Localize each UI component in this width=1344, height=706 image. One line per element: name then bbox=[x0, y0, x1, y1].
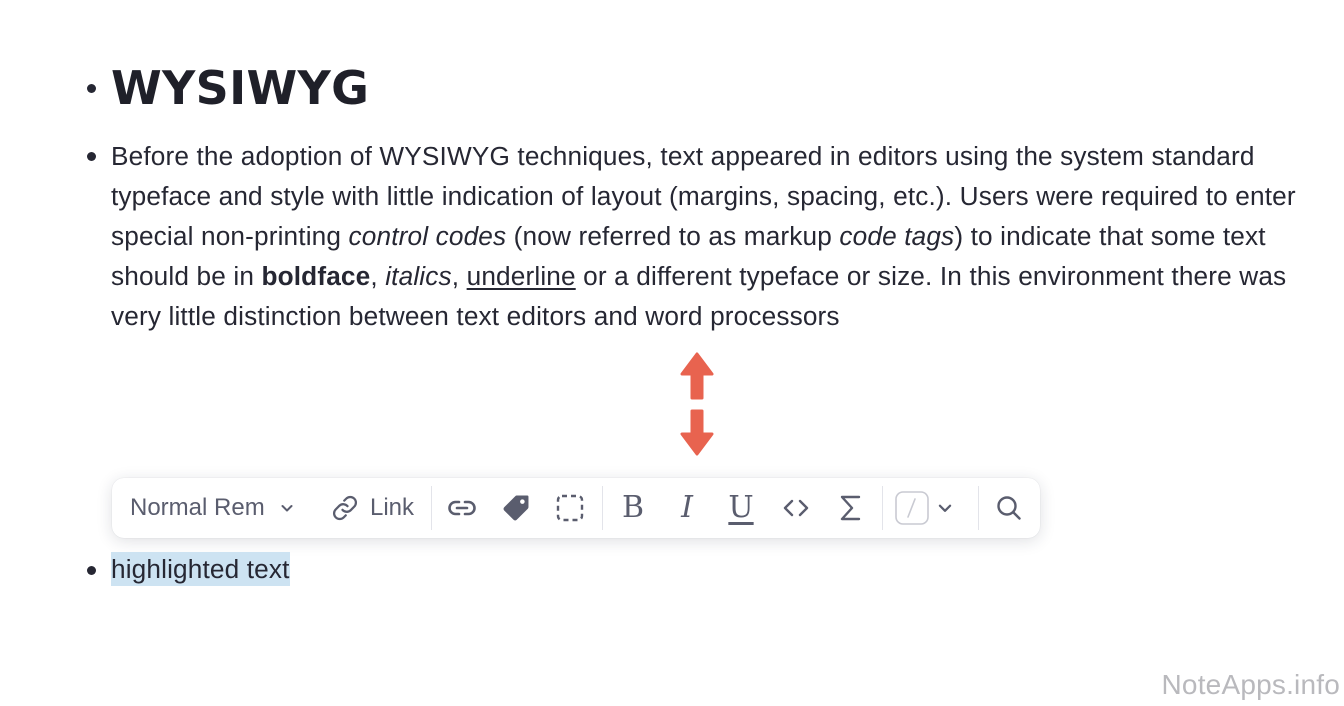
sum-icon bbox=[840, 495, 861, 521]
list-bullet bbox=[87, 84, 96, 93]
italic-text: code tags bbox=[839, 221, 955, 251]
italic-text: control codes bbox=[348, 221, 507, 251]
italic-button[interactable]: I bbox=[666, 478, 708, 538]
search-button[interactable] bbox=[988, 478, 1030, 538]
color-swatch-icon bbox=[895, 491, 929, 525]
paragraph-style-select[interactable]: Normal Rem bbox=[130, 478, 305, 538]
toolbar-separator bbox=[431, 486, 432, 530]
highlighted-text[interactable]: highlighted text bbox=[111, 552, 290, 586]
underline-button[interactable]: U bbox=[720, 478, 762, 538]
underlined-text: underline bbox=[466, 261, 576, 291]
tag-button[interactable] bbox=[496, 478, 536, 538]
bold-text: boldface bbox=[261, 261, 371, 291]
selection-box-button[interactable] bbox=[550, 478, 590, 538]
toolbar-separator bbox=[602, 486, 603, 530]
bold-icon: B bbox=[621, 490, 645, 525]
link-button-label: Link bbox=[370, 494, 415, 521]
toolbar-separator bbox=[882, 486, 883, 530]
selection-box-icon bbox=[556, 494, 584, 522]
internal-link-icon bbox=[448, 500, 476, 516]
page-heading[interactable]: WYSIWYG bbox=[111, 58, 369, 118]
list-bullet bbox=[87, 152, 96, 161]
italic-icon: I bbox=[681, 490, 693, 525]
paragraph-text: , bbox=[451, 261, 467, 291]
sum-button[interactable] bbox=[830, 478, 872, 538]
body-paragraph[interactable]: Before the adoption of WYSIWYG technique… bbox=[111, 136, 1316, 336]
toolbar-separator bbox=[978, 486, 979, 530]
paragraph-text: (now referred to as markup bbox=[506, 221, 840, 251]
link-button[interactable]: Link bbox=[330, 478, 420, 538]
chevron-down-icon bbox=[281, 505, 293, 512]
arrow-down-icon bbox=[680, 409, 714, 456]
formatting-toolbar: Normal Rem Link B I U bbox=[112, 478, 1040, 538]
watermark: NoteApps.info bbox=[1161, 669, 1340, 700]
code-icon bbox=[783, 499, 809, 517]
search-icon bbox=[997, 496, 1021, 520]
color-picker-button[interactable] bbox=[894, 478, 966, 538]
paragraph-text: , bbox=[370, 261, 386, 291]
code-button[interactable] bbox=[774, 478, 818, 538]
internal-link-button[interactable] bbox=[442, 478, 482, 538]
italic-text: italics bbox=[385, 261, 452, 291]
underline-icon: U bbox=[728, 490, 754, 525]
list-bullet bbox=[87, 566, 96, 575]
bold-button[interactable]: B bbox=[612, 478, 654, 538]
chevron-down-icon bbox=[938, 504, 952, 512]
link-icon bbox=[332, 495, 358, 521]
paragraph-style-label: Normal Rem bbox=[130, 494, 265, 521]
arrow-up-icon bbox=[680, 352, 714, 400]
tag-icon bbox=[503, 495, 529, 521]
